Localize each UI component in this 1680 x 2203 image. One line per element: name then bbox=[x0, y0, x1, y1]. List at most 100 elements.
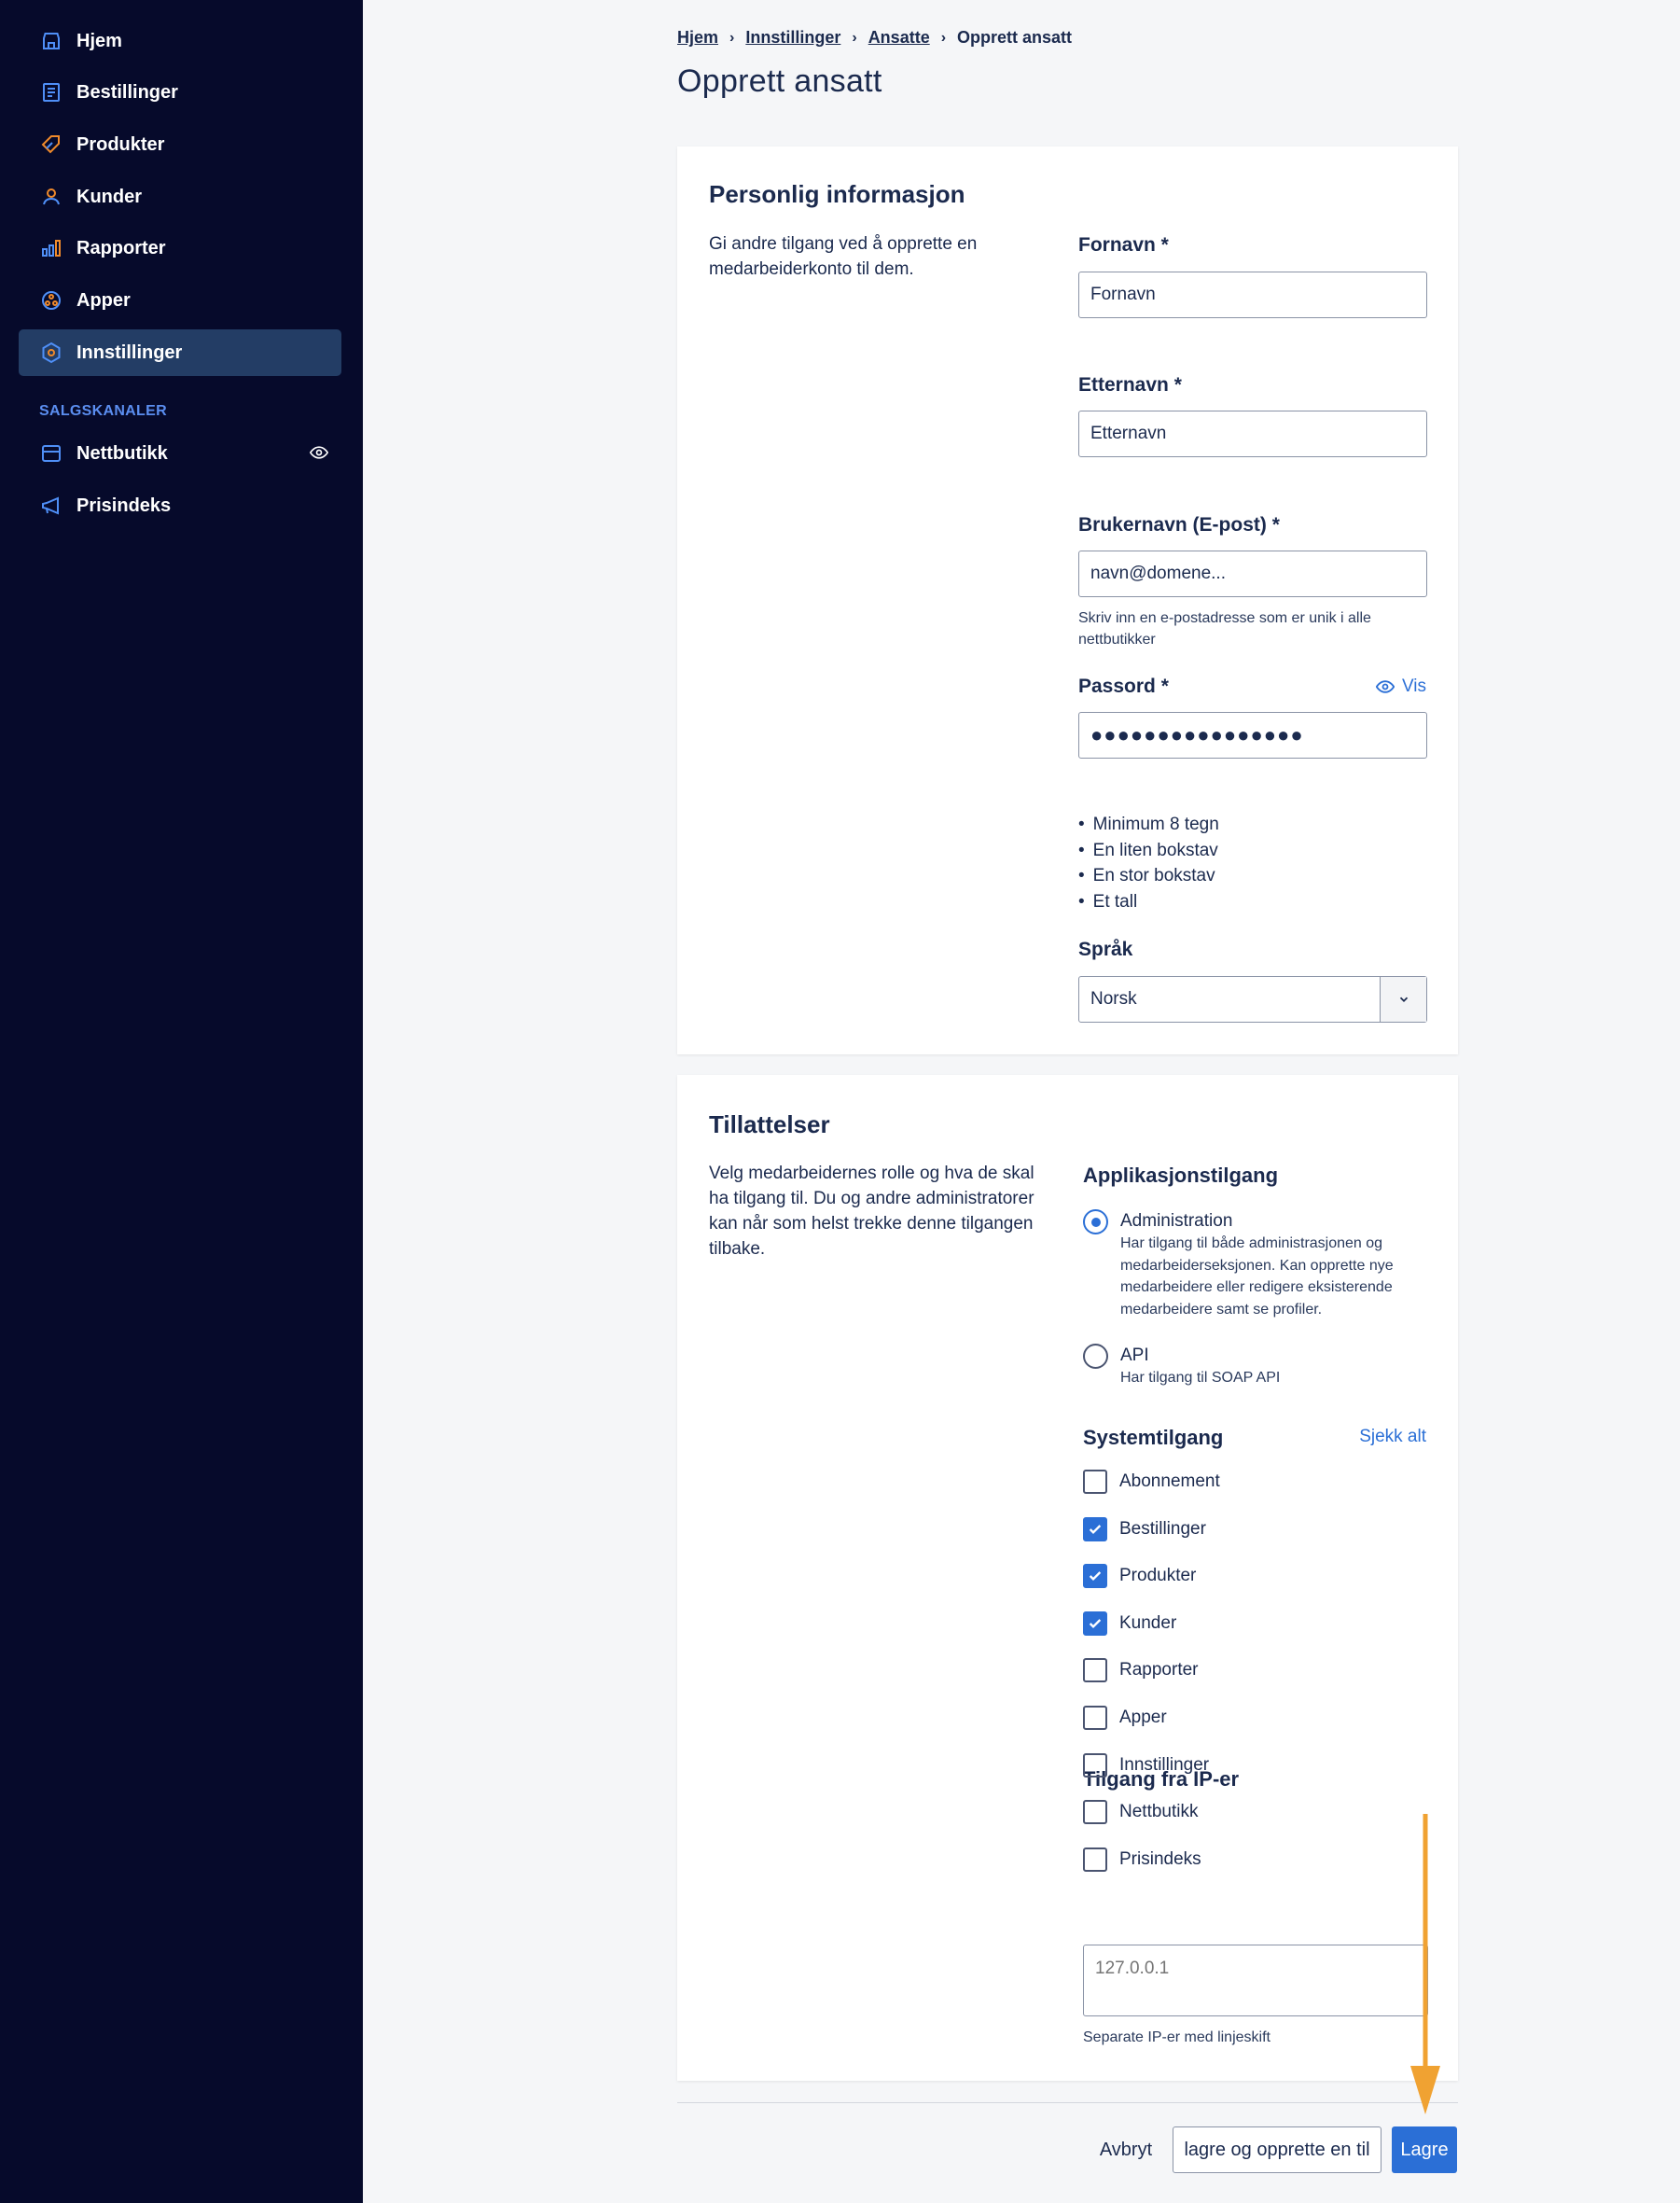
checkbox-row-rapporter[interactable]: Rapporter bbox=[1083, 1658, 1199, 1683]
ip-help-text: Separate IP-er med linjeskift bbox=[1083, 2029, 1270, 2045]
sidebar-item-hjem[interactable]: Hjem bbox=[19, 18, 341, 64]
sidebar-item-produkter[interactable]: Produkter bbox=[19, 121, 341, 168]
last-name-label: Etternavn * bbox=[1078, 374, 1182, 396]
cancel-button[interactable]: Avbryt bbox=[1091, 2126, 1160, 2173]
checkbox-label: Bestillinger bbox=[1119, 1518, 1206, 1539]
checkbox-label: Innstillinger bbox=[1119, 1754, 1210, 1775]
save-button[interactable]: Lagre bbox=[1392, 2126, 1457, 2173]
checkbox[interactable] bbox=[1083, 1800, 1107, 1825]
sidebar-item-label: Innstillinger bbox=[76, 342, 183, 363]
check-icon bbox=[1089, 1524, 1102, 1534]
username-input[interactable] bbox=[1078, 551, 1427, 597]
password-label: Passord * bbox=[1078, 676, 1169, 697]
checkbox[interactable] bbox=[1083, 1658, 1107, 1683]
sidebar-section-label: SALGSKANALER bbox=[39, 403, 167, 419]
chevron-right-icon: › bbox=[940, 29, 947, 46]
personal-info-card: Personlig informasjon Gi andre tilgang v… bbox=[677, 146, 1458, 1054]
chevron-right-icon: › bbox=[729, 29, 735, 46]
sidebar-item-label: Rapporter bbox=[76, 237, 166, 258]
system-access-heading: Systemtilgang bbox=[1083, 1426, 1224, 1449]
save-and-new-button[interactable]: lagre og opprette en til bbox=[1173, 2126, 1381, 2173]
checkbox-label: Abonnement bbox=[1119, 1471, 1220, 1491]
sidebar-item-nettbutikk[interactable]: Nettbutikk bbox=[19, 430, 341, 477]
sidebar: Hjem Bestillinger Produkter Kunder Rappo… bbox=[0, 0, 363, 2203]
sidebar-item-rapporter[interactable]: Rapporter bbox=[19, 225, 341, 272]
checkbox-row-prisindeks[interactable]: Prisindeks bbox=[1083, 1847, 1201, 1872]
checkbox[interactable] bbox=[1083, 1706, 1107, 1730]
orders-icon bbox=[39, 80, 63, 105]
chevron-down-icon bbox=[1380, 977, 1426, 1022]
section-title: Tillattelser bbox=[709, 1110, 830, 1138]
radio-button[interactable] bbox=[1083, 1344, 1108, 1369]
sidebar-item-prisindeks[interactable]: Prisindeks bbox=[19, 482, 341, 529]
password-rule: Et tall bbox=[1078, 889, 1219, 915]
checkbox-row-innstillinger[interactable]: Innstillinger bbox=[1083, 1752, 1210, 1778]
radio-button[interactable] bbox=[1083, 1209, 1108, 1234]
password-input[interactable]: ●●●●●●●●●●●●●●●● bbox=[1078, 712, 1427, 759]
shop-icon bbox=[39, 441, 63, 466]
checkbox-row-abonnement[interactable]: Abonnement bbox=[1083, 1470, 1220, 1494]
check-icon bbox=[1089, 1571, 1102, 1582]
breadcrumb-link-hjem[interactable]: Hjem bbox=[677, 28, 718, 48]
checkbox-label: Kunder bbox=[1119, 1612, 1177, 1633]
checkbox[interactable] bbox=[1083, 1564, 1107, 1589]
radio-api[interactable]: API Har tilgang til SOAP API bbox=[1083, 1344, 1419, 1389]
breadcrumb: Hjem › Innstillinger › Ansatte › Opprett… bbox=[677, 28, 1072, 48]
checkbox[interactable] bbox=[1083, 1752, 1107, 1778]
sidebar-item-innstillinger[interactable]: Innstillinger bbox=[19, 329, 341, 376]
check-all-link[interactable]: Sjekk alt bbox=[1359, 1427, 1426, 1447]
checkbox-label: Nettbutikk bbox=[1119, 1802, 1199, 1822]
footer-divider bbox=[677, 2102, 1458, 2103]
sidebar-item-label: Produkter bbox=[76, 133, 165, 155]
eye-icon bbox=[1375, 680, 1395, 693]
chevron-right-icon: › bbox=[852, 29, 857, 46]
radio-label: Administration bbox=[1120, 1211, 1233, 1231]
sidebar-item-label: Hjem bbox=[76, 30, 122, 51]
show-password-label: Vis bbox=[1401, 676, 1426, 696]
section-title: Personlig informasjon bbox=[709, 180, 965, 208]
checkbox-label: Rapporter bbox=[1119, 1660, 1199, 1680]
radio-description: Har tilgang til både administrasjonen og… bbox=[1120, 1235, 1394, 1318]
page-title: Opprett ansatt bbox=[677, 63, 882, 99]
eye-icon[interactable] bbox=[310, 443, 328, 462]
password-rule: En liten bokstav bbox=[1078, 838, 1219, 864]
tag-icon bbox=[39, 132, 63, 157]
checkbox-row-kunder[interactable]: Kunder bbox=[1083, 1610, 1177, 1636]
permissions-card: Tillattelser Velg medarbeidernes rolle o… bbox=[677, 1075, 1458, 2081]
sidebar-item-bestillinger[interactable]: Bestillinger bbox=[19, 69, 341, 116]
checkbox[interactable] bbox=[1083, 1610, 1107, 1636]
checkbox-row-apper[interactable]: Apper bbox=[1083, 1706, 1167, 1730]
checkbox-label: Produkter bbox=[1119, 1566, 1197, 1586]
bar-chart-icon bbox=[39, 236, 63, 260]
sidebar-item-label: Nettbutikk bbox=[76, 442, 168, 464]
checkbox-row-produkter[interactable]: Produkter bbox=[1083, 1564, 1197, 1589]
password-rules-list: Minimum 8 tegn En liten bokstav En stor … bbox=[1078, 812, 1219, 914]
checkbox-row-bestillinger[interactable]: Bestillinger bbox=[1083, 1516, 1206, 1541]
username-label: Brukernavn (E-post) * bbox=[1078, 514, 1280, 536]
sidebar-item-apper[interactable]: Apper bbox=[19, 277, 341, 324]
apps-icon bbox=[39, 288, 63, 313]
breadcrumb-link-innstillinger[interactable]: Innstillinger bbox=[745, 28, 840, 48]
checkbox-label: Prisindeks bbox=[1119, 1848, 1201, 1869]
checkbox-label: Apper bbox=[1119, 1708, 1167, 1727]
last-name-input[interactable] bbox=[1078, 411, 1427, 457]
check-icon bbox=[1089, 1618, 1102, 1628]
checkbox[interactable] bbox=[1083, 1470, 1107, 1494]
ip-textarea[interactable] bbox=[1083, 1945, 1428, 2016]
section-description: Velg medarbeidernes rolle og hva de skal… bbox=[709, 1164, 1034, 1259]
gear-icon bbox=[39, 341, 63, 365]
breadcrumb-link-ansatte[interactable]: Ansatte bbox=[868, 28, 930, 48]
sidebar-item-label: Prisindeks bbox=[76, 495, 172, 516]
checkbox-row-nettbutikk[interactable]: Nettbutikk bbox=[1083, 1800, 1199, 1825]
annotation-arrow-icon bbox=[1410, 1814, 1440, 2114]
language-select[interactable]: Norsk bbox=[1078, 976, 1427, 1023]
sidebar-item-kunder[interactable]: Kunder bbox=[19, 174, 341, 220]
password-rule: Minimum 8 tegn bbox=[1078, 812, 1219, 838]
first-name-label: Fornavn * bbox=[1078, 234, 1169, 256]
checkbox[interactable] bbox=[1083, 1847, 1107, 1872]
first-name-input[interactable] bbox=[1078, 272, 1427, 318]
show-password-toggle[interactable]: Vis bbox=[1375, 676, 1426, 697]
radio-description: Har tilgang til SOAP API bbox=[1120, 1370, 1281, 1386]
radio-administration[interactable]: Administration Har tilgang til både admi… bbox=[1083, 1209, 1419, 1320]
checkbox[interactable] bbox=[1083, 1516, 1107, 1541]
